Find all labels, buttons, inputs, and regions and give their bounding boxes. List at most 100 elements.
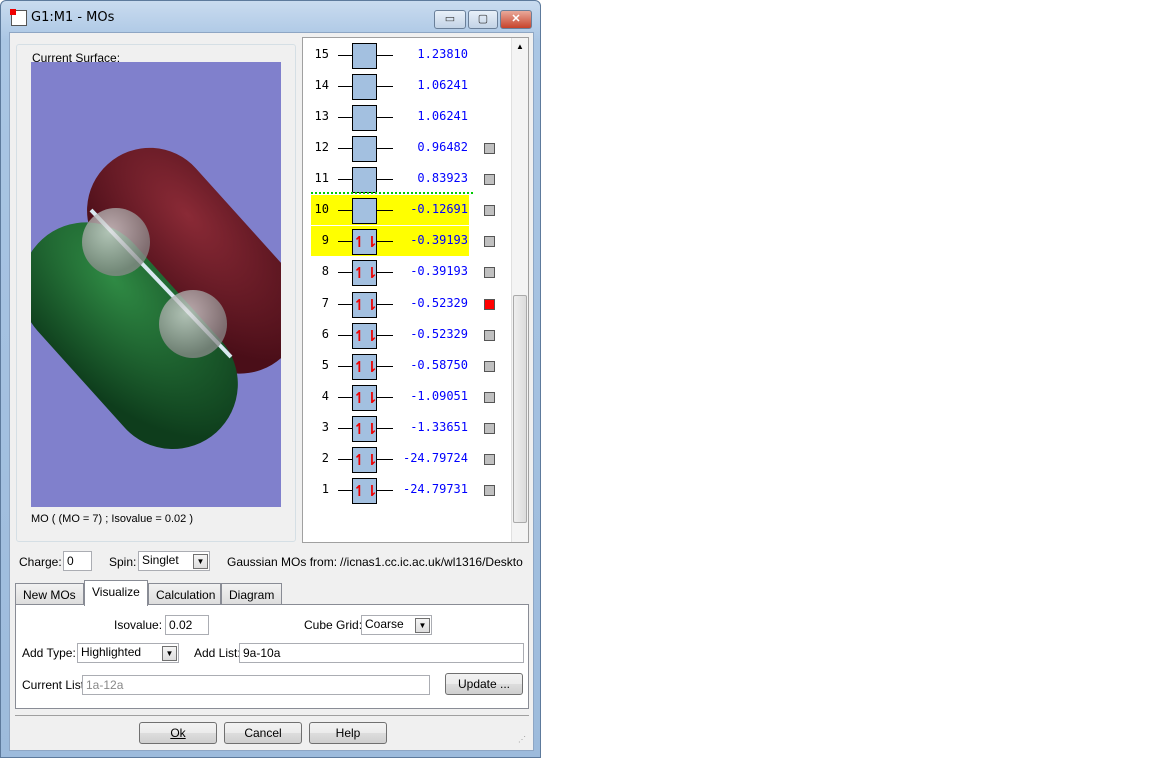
level-line (338, 241, 352, 243)
add-list-label: Add List: (194, 646, 241, 660)
chevron-down-icon: ▼ (415, 618, 430, 633)
orbital-row-7[interactable]: 7 ↿⇂ -0.52329 (303, 289, 513, 320)
orbital-row-2[interactable]: 2 ↿⇂ -24.79724 (303, 444, 513, 475)
orbital-number: 13 (314, 109, 329, 124)
orbital-energy: -0.58750 (410, 357, 468, 372)
close-button[interactable]: ✕ (500, 10, 532, 29)
orbital-row-5[interactable]: 5 ↿⇂ -0.58750 (303, 351, 513, 382)
orbital-number: 8 (321, 264, 329, 279)
orbital-level-box[interactable]: ↿⇂ (352, 477, 378, 504)
tab-calculation[interactable]: Calculation (148, 583, 221, 605)
orbital-number: 14 (314, 78, 329, 93)
update-button[interactable]: Update ... (445, 673, 523, 695)
level-line (338, 427, 352, 429)
surface-checkbox[interactable] (484, 422, 495, 434)
mo-dialog-window: G1:M1 - MOs ▭ ▢ ✕ Current Surface: MO ( … (0, 0, 541, 758)
orbital-number: 7 (321, 295, 329, 310)
level-line (338, 55, 352, 56)
orbital-number: 2 (321, 450, 329, 465)
orbital-number: 9 (321, 233, 329, 248)
spin-select[interactable]: Singlet ▼ (138, 551, 210, 571)
source-label: Gaussian MOs from: (227, 555, 338, 569)
orbital-level-box[interactable]: ↿⇂ (352, 260, 378, 287)
orbital-row-10[interactable]: 10 -0.12691 (303, 195, 513, 226)
ok-button[interactable]: Ok (139, 722, 217, 744)
tab-diagram[interactable]: Diagram (221, 583, 282, 605)
orbital-energy: -0.52329 (410, 326, 468, 341)
surface-checkbox[interactable] (484, 453, 495, 465)
orbital-level-box[interactable] (352, 198, 377, 225)
scrollbar-thumb[interactable] (513, 295, 527, 523)
orbital-level-box[interactable]: ↿⇂ (352, 322, 378, 349)
level-line (338, 303, 352, 305)
surface-checkbox[interactable] (484, 143, 495, 155)
surface-checkbox[interactable] (484, 267, 495, 279)
orbital-level-box[interactable] (352, 105, 377, 132)
surface-checkbox[interactable] (484, 391, 495, 403)
chevron-down-icon: ▼ (193, 554, 208, 569)
orbital-level-box[interactable]: ↿⇂ (352, 415, 378, 442)
orbital-level-box[interactable]: ↿⇂ (352, 446, 379, 473)
orbital-row-11[interactable]: 11 0.83923 (303, 164, 513, 195)
tab-new-mos[interactable]: New MOs (15, 583, 84, 605)
scroll-up-icon[interactable]: ▲ (516, 42, 524, 51)
orbital-level-box[interactable] (352, 74, 377, 101)
help-button[interactable]: Help (309, 722, 387, 744)
tab-visualize[interactable]: Visualize (84, 580, 148, 606)
surface-checkbox[interactable] (484, 484, 495, 496)
orbital-row-1[interactable]: 1 ↿⇂ -24.79731 (303, 475, 513, 506)
orbital-row-6[interactable]: 6 ↿⇂ -0.52329 (303, 320, 513, 351)
orbital-number: 1 (321, 481, 329, 496)
surface-checkbox[interactable] (484, 298, 495, 310)
add-list-input[interactable]: 9a-10a (239, 643, 524, 663)
electron-pair-icon: ↿⇂ (353, 450, 379, 469)
orbital-number: 3 (321, 419, 329, 434)
orbital-level-box[interactable]: ↿⇂ (352, 384, 379, 411)
charge-label: Charge: (19, 555, 62, 569)
vertical-scrollbar[interactable]: ▲ (511, 38, 528, 542)
window-title: G1:M1 - MOs (31, 10, 115, 25)
surface-checkbox[interactable] (484, 329, 495, 341)
cancel-button[interactable]: Cancel (224, 722, 302, 744)
orbital-energy: -0.12691 (410, 202, 468, 217)
orbital-level-box[interactable] (352, 167, 377, 194)
level-line (338, 210, 352, 212)
orbital-energy: -24.79724 (402, 450, 468, 465)
orbital-energy: 0.83923 (417, 171, 468, 186)
orbital-energy: -0.39193 (410, 233, 468, 248)
orbital-row-3[interactable]: 3 ↿⇂ -1.33651 (303, 413, 513, 444)
orbital-row-12[interactable]: 12 0.96482 (303, 133, 513, 164)
orbital-level-box[interactable]: ↿⇂ (352, 353, 379, 380)
orbital-row-9[interactable]: 9 ↿⇂ -0.39193 (303, 226, 513, 257)
orbital-energy: -0.52329 (410, 295, 468, 310)
isovalue-input[interactable]: 0.02 (165, 615, 209, 635)
orbital-row-15[interactable]: 15 1.23810 (303, 40, 513, 71)
current-list-input[interactable]: 1a-12a (82, 675, 430, 695)
orbital-row-4[interactable]: 4 ↿⇂ -1.09051 (303, 382, 513, 413)
dialog-body: Current Surface: MO ( (MO = 7) ; Isovalu… (9, 32, 534, 751)
resize-grip-icon[interactable]: ⋰ (518, 735, 526, 744)
source-path: //icnas1.cc.ic.ac.uk/wl1316/Deskto (340, 555, 523, 569)
orbital-level-box[interactable]: ↿⇂ (352, 291, 378, 318)
surface-checkbox[interactable] (484, 205, 495, 217)
orbital-row-8[interactable]: 8 ↿⇂ -0.39193 (303, 257, 513, 288)
electron-pair-icon: ↿⇂ (353, 357, 379, 376)
surface-checkbox[interactable] (484, 174, 495, 186)
surface-viewer[interactable] (31, 62, 281, 507)
orbital-row-14[interactable]: 14 1.06241 (303, 71, 513, 102)
add-type-select[interactable]: Highlighted ▼ (77, 643, 179, 663)
orbital-level-box[interactable] (352, 136, 377, 163)
maximize-button[interactable]: ▢ (468, 10, 498, 29)
surface-checkbox[interactable] (484, 236, 495, 248)
orbital-number: 15 (314, 47, 329, 61)
orbital-level-box[interactable] (352, 43, 377, 69)
orbital-energy: 0.96482 (417, 140, 468, 155)
orbital-level-box[interactable]: ↿⇂ (352, 229, 378, 256)
surface-checkbox[interactable] (484, 360, 495, 372)
mo-energy-diagram[interactable]: 15 1.23810 14 1.06241 13 1.06241 12 0.96482 11 0.… (302, 37, 529, 543)
charge-input[interactable]: 0 (63, 551, 92, 571)
orbital-row-13[interactable]: 13 1.06241 (303, 102, 513, 133)
minimize-button[interactable]: ▭ (434, 10, 466, 29)
electron-pair-icon: ↿⇂ (353, 388, 379, 407)
cube-grid-select[interactable]: Coarse ▼ (361, 615, 432, 635)
